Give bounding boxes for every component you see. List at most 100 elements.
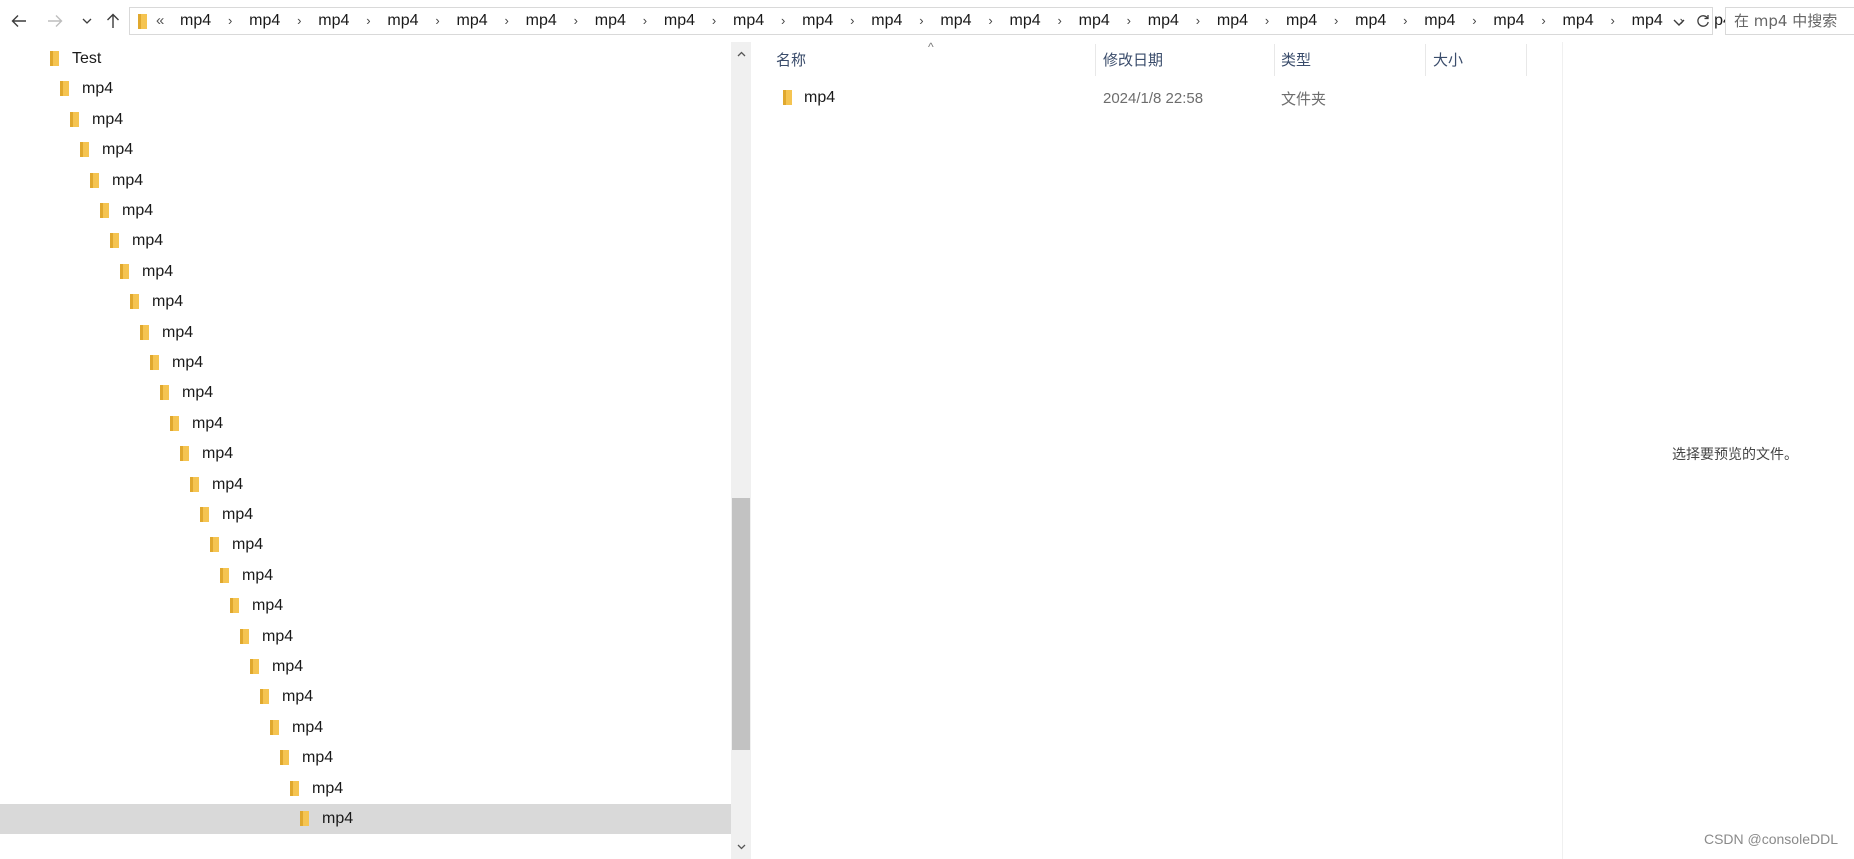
refresh-button[interactable]: [1693, 7, 1713, 35]
breadcrumb-separator-chevron-icon[interactable]: ›: [1319, 13, 1353, 28]
breadcrumb-separator-chevron-icon[interactable]: ›: [1250, 13, 1284, 28]
breadcrumb-item[interactable]: mp4: [662, 12, 697, 30]
breadcrumb-item[interactable]: mp4: [1008, 12, 1043, 30]
scroll-up-button[interactable]: [731, 44, 751, 64]
tree-item[interactable]: mp4: [0, 804, 731, 834]
breadcrumb-separator-chevron-icon[interactable]: ›: [697, 13, 731, 28]
tree-item[interactable]: mp4: [0, 348, 731, 378]
navigation-bar: « mp4 › mp4 › mp4 › mp4 › mp4 › mp4 › mp4 › mp4 › mp4 › mp…: [0, 0, 1854, 42]
breadcrumb-item[interactable]: mp4: [1491, 12, 1526, 30]
breadcrumb-separator-chevron-icon[interactable]: ›: [1388, 13, 1422, 28]
tree-item[interactable]: mp4: [0, 591, 731, 621]
breadcrumb-separator-chevron-icon[interactable]: ›: [282, 13, 316, 28]
breadcrumb-item[interactable]: mp4: [1284, 12, 1319, 30]
column-header-type[interactable]: 类型: [1281, 42, 1421, 76]
preview-pane: 选择要预览的文件。: [1562, 42, 1854, 859]
breadcrumb-item[interactable]: mp4: [731, 12, 766, 30]
breadcrumb-separator-chevron-icon[interactable]: ›: [1043, 13, 1077, 28]
breadcrumb-item[interactable]: mp4: [869, 12, 904, 30]
address-bar[interactable]: « mp4 › mp4 › mp4 › mp4 › mp4 › mp4 › mp4 › mp4 › mp4 › mp…: [129, 7, 1822, 35]
tree-item[interactable]: mp4: [0, 439, 731, 469]
tree-item[interactable]: mp4: [0, 622, 731, 652]
breadcrumb-separator-chevron-icon[interactable]: ›: [1596, 13, 1630, 28]
breadcrumb-separator-chevron-icon[interactable]: ›: [1527, 13, 1561, 28]
breadcrumb-separator-chevron-icon[interactable]: ›: [974, 13, 1008, 28]
tree-item[interactable]: mp4: [0, 561, 731, 591]
arrow-right-icon: [48, 15, 63, 27]
breadcrumb-item[interactable]: mp4: [1422, 12, 1457, 30]
column-divider[interactable]: [1526, 44, 1527, 76]
tree-item[interactable]: mp4: [0, 713, 731, 743]
breadcrumb-item[interactable]: mp4: [1077, 12, 1112, 30]
breadcrumb-item[interactable]: mp4: [524, 12, 559, 30]
tree-item[interactable]: mp4: [0, 652, 731, 682]
breadcrumb-item[interactable]: mp4: [1630, 12, 1665, 30]
folder-icon: [110, 233, 119, 249]
tree-item-root[interactable]: Test: [0, 44, 731, 74]
tree-item[interactable]: mp4: [0, 530, 731, 560]
folder-icon: [140, 324, 149, 340]
breadcrumb-item[interactable]: mp4: [316, 12, 351, 30]
breadcrumb-separator-chevron-icon[interactable]: ›: [628, 13, 662, 28]
search-input[interactable]: [1726, 8, 1854, 34]
tree-item[interactable]: mp4: [0, 500, 731, 530]
column-divider[interactable]: [1095, 44, 1096, 76]
breadcrumb-separator-chevron-icon[interactable]: ›: [1112, 13, 1146, 28]
tree-item[interactable]: mp4: [0, 257, 731, 287]
breadcrumb-separator-chevron-icon[interactable]: ›: [1457, 13, 1491, 28]
forward-button[interactable]: [42, 9, 68, 33]
breadcrumb-item[interactable]: mp4: [455, 12, 490, 30]
tree-item[interactable]: mp4: [0, 470, 731, 500]
breadcrumb-item[interactable]: mp4: [1561, 12, 1596, 30]
column-header-name[interactable]: 名称: [776, 42, 1076, 76]
breadcrumb-separator-chevron-icon[interactable]: ›: [559, 13, 593, 28]
tree-item[interactable]: mp4: [0, 226, 731, 256]
column-divider[interactable]: [1274, 44, 1275, 76]
breadcrumb-item[interactable]: mp4: [385, 12, 420, 30]
tree-item[interactable]: mp4: [0, 774, 731, 804]
breadcrumb-separator-chevron-icon[interactable]: ›: [213, 13, 247, 28]
file-row[interactable]: mp4 2024/1/8 22:58 文件夹: [752, 83, 1512, 113]
tree-item[interactable]: mp4: [0, 409, 731, 439]
tree-item[interactable]: mp4: [0, 287, 731, 317]
column-divider[interactable]: [1425, 44, 1426, 76]
breadcrumb-item[interactable]: mp4: [593, 12, 628, 30]
breadcrumb-separator-chevron-icon[interactable]: ›: [490, 13, 524, 28]
up-button[interactable]: [100, 9, 126, 33]
column-header-date[interactable]: 修改日期: [1103, 42, 1273, 76]
breadcrumb-item[interactable]: mp4: [178, 12, 213, 30]
breadcrumb-item[interactable]: mp4: [1353, 12, 1388, 30]
folder-icon: [70, 111, 79, 127]
scrollbar-thumb[interactable]: [732, 498, 750, 750]
tree-item[interactable]: mp4: [0, 74, 731, 104]
tree-item[interactable]: mp4: [0, 166, 731, 196]
breadcrumb-separator-chevron-icon[interactable]: ›: [421, 13, 455, 28]
navigation-pane-scrollbar[interactable]: [731, 42, 751, 859]
breadcrumb-separator-chevron-icon[interactable]: ›: [766, 13, 800, 28]
tree-item[interactable]: mp4: [0, 135, 731, 165]
column-header-size[interactable]: 大小: [1433, 42, 1523, 76]
navigation-pane: Test mp4 mp4 mp4 mp4 mp4 mp4 mp4 mp4 mp4 mp4 mp4 mp4…: [0, 42, 731, 859]
breadcrumb-separator-chevron-icon[interactable]: ›: [904, 13, 938, 28]
address-overflow-button[interactable]: «: [156, 12, 164, 29]
tree-item[interactable]: mp4: [0, 378, 731, 408]
tree-item[interactable]: mp4: [0, 196, 731, 226]
tree-item[interactable]: mp4: [0, 318, 731, 348]
breadcrumb-item[interactable]: mp4: [247, 12, 282, 30]
breadcrumb-separator-chevron-icon[interactable]: ›: [351, 13, 385, 28]
address-history-dropdown[interactable]: [1669, 12, 1689, 32]
folder-icon: [200, 507, 209, 522]
breadcrumb-item[interactable]: mp4: [938, 12, 973, 30]
back-button[interactable]: [6, 9, 32, 33]
tree-item[interactable]: mp4: [0, 682, 731, 712]
breadcrumb-separator-chevron-icon[interactable]: ›: [835, 13, 869, 28]
tree-item[interactable]: mp4: [0, 743, 731, 773]
breadcrumb-item[interactable]: mp4: [800, 12, 835, 30]
scroll-down-button[interactable]: [731, 837, 751, 857]
recent-locations-button[interactable]: [78, 9, 96, 33]
breadcrumb-item[interactable]: mp4: [1215, 12, 1250, 30]
search-box[interactable]: [1725, 7, 1854, 35]
tree-item[interactable]: mp4: [0, 105, 731, 135]
breadcrumb-separator-chevron-icon[interactable]: ›: [1181, 13, 1215, 28]
breadcrumb-item[interactable]: mp4: [1146, 12, 1181, 30]
